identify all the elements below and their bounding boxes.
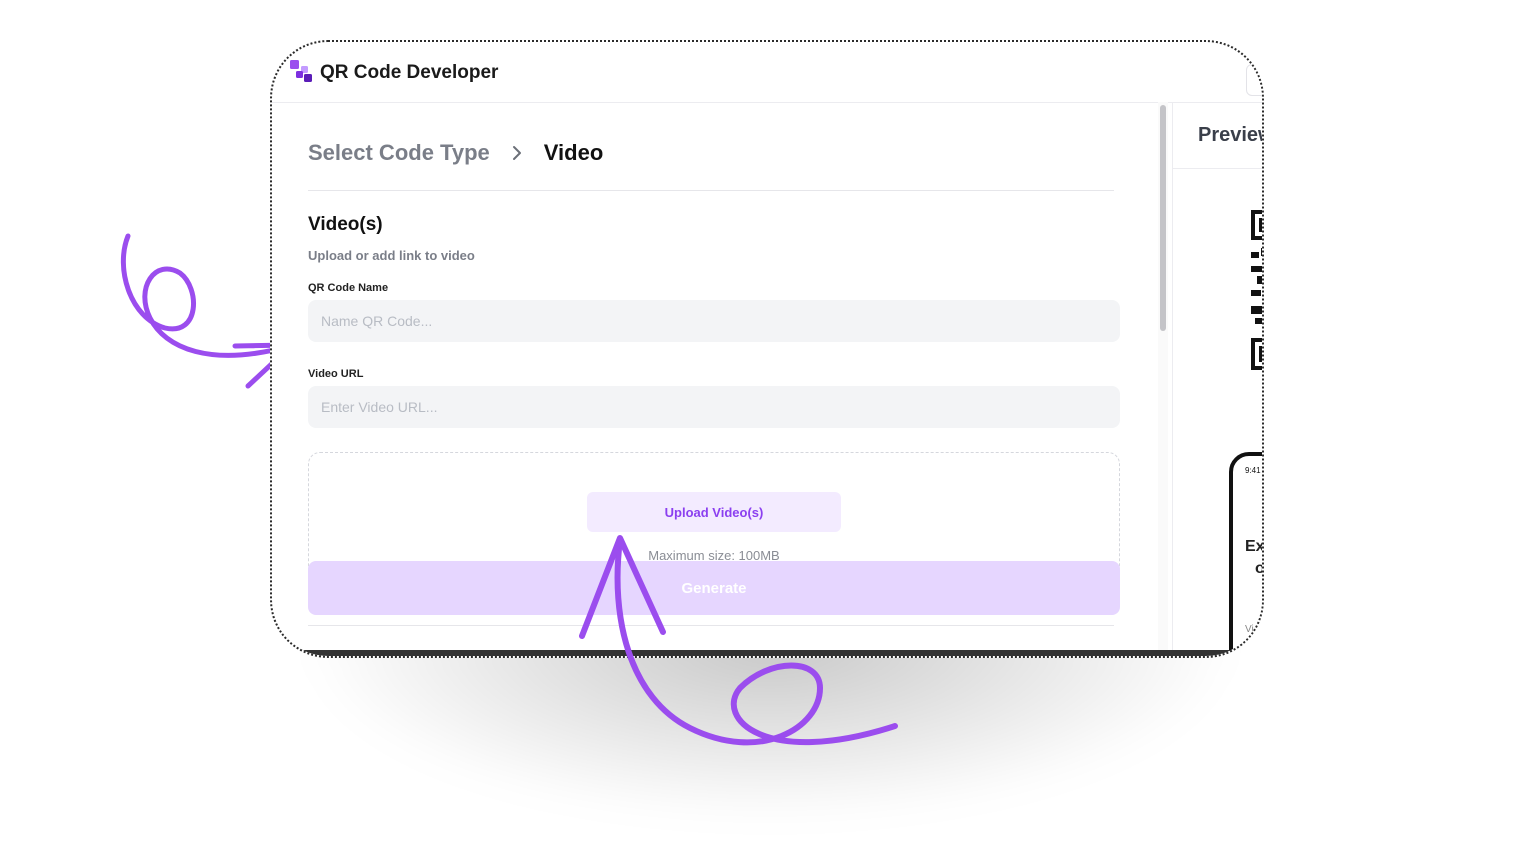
upload-videos-button[interactable]: Upload Video(s) — [587, 492, 841, 532]
video-url-label: Video URL — [308, 368, 364, 380]
app-title: QR Code Developer — [320, 62, 499, 83]
breadcrumb-current: Video — [543, 140, 604, 165]
bottom-arrow-icon — [579, 535, 898, 746]
preview-divider — [1173, 168, 1262, 169]
phone-time: 9:41 — [1245, 466, 1261, 475]
chevron-right-icon — [508, 144, 526, 162]
phone-subtext: Vi — [1245, 624, 1254, 635]
topbar-control[interactable] — [1246, 64, 1262, 96]
qr-name-input[interactable] — [308, 300, 1120, 342]
phone-heading: Ex of — [1245, 538, 1264, 577]
qr-code-logo-icon — [290, 60, 312, 82]
section-divider — [308, 190, 1114, 191]
qr-name-label: QR Code Name — [308, 282, 389, 294]
preview-panel: Preview 9:41 Ex of Vi — [1172, 102, 1262, 656]
section-subtitle: Upload or add link to video — [308, 248, 475, 263]
section-title: Video(s) — [308, 214, 383, 235]
video-url-input[interactable] — [308, 386, 1120, 428]
breadcrumb: Select Code Type Video — [308, 140, 603, 166]
preview-title: Preview — [1198, 124, 1262, 146]
scrollbar-thumb[interactable] — [1160, 105, 1166, 331]
top-bar: QR Code Developer — [272, 42, 1262, 103]
breadcrumb-select-code-type[interactable]: Select Code Type — [308, 140, 490, 166]
phone-preview: 9:41 Ex of Vi — [1229, 452, 1264, 656]
qr-code-preview-icon — [1251, 210, 1262, 370]
